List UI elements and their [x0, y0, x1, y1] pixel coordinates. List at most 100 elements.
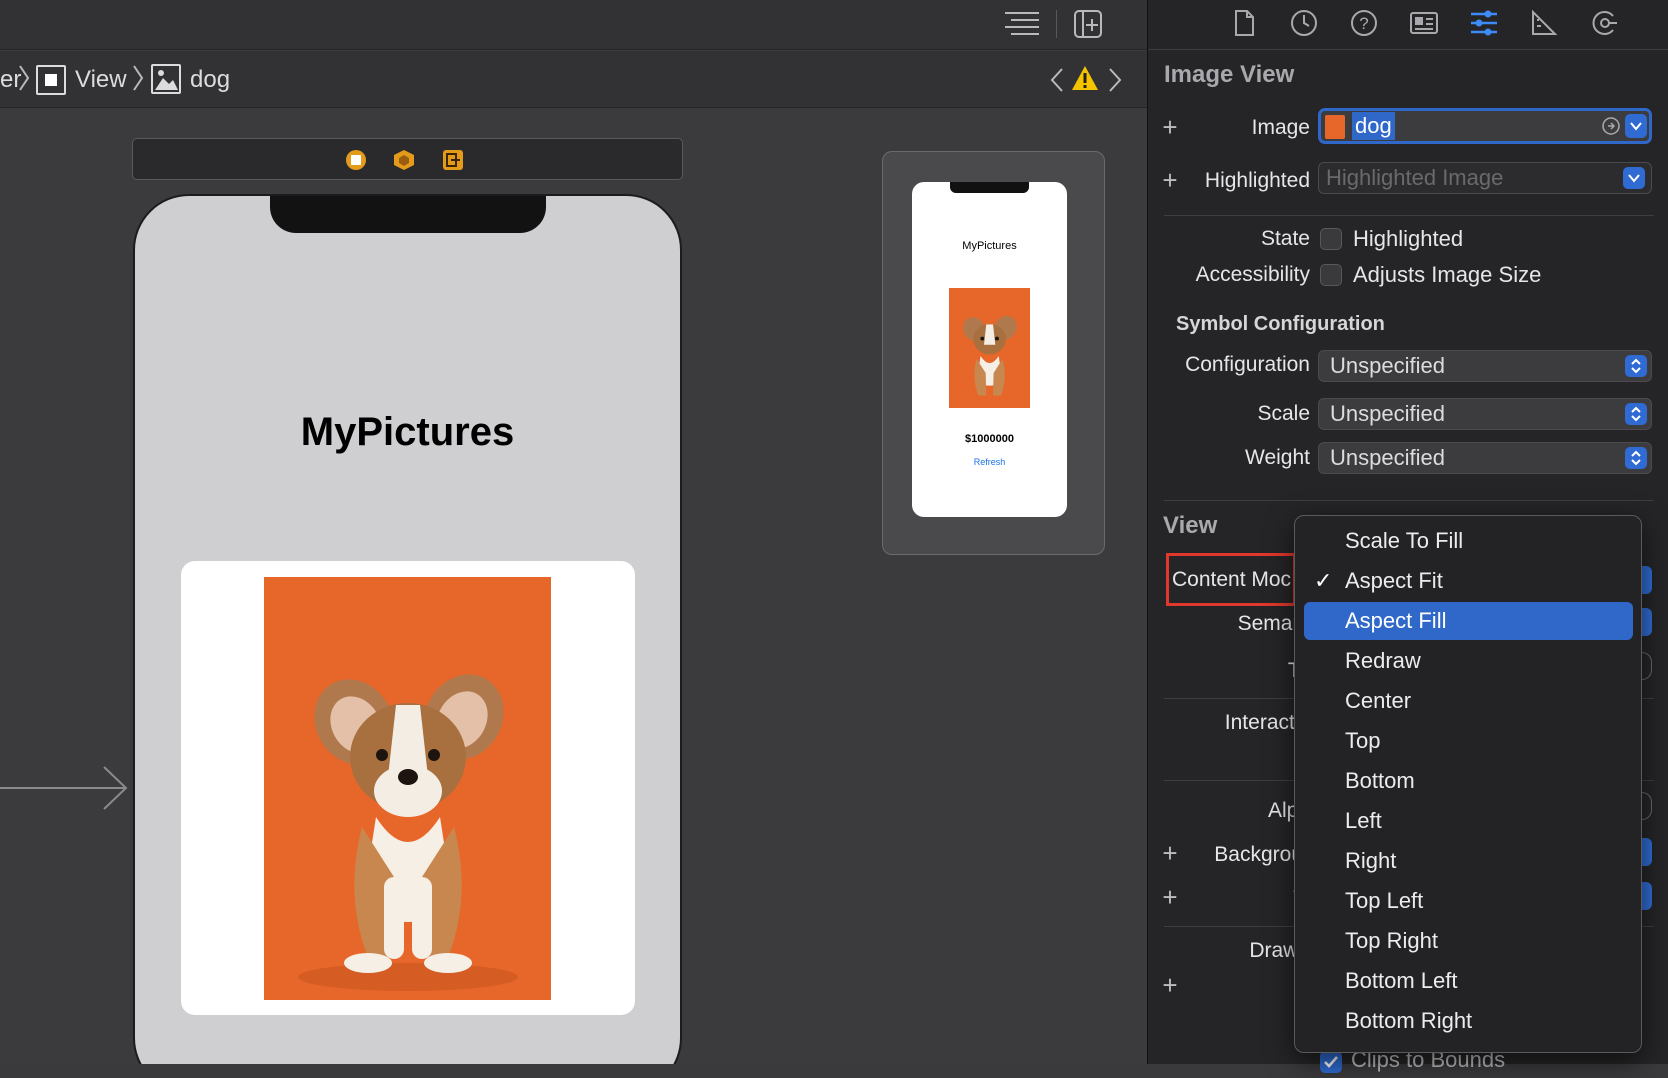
symbol-configuration-title: Symbol Configuration	[1176, 313, 1385, 335]
menu-item-bottom-left[interactable]: Bottom Left	[1304, 962, 1633, 1000]
entry-point-arrow[interactable]	[0, 765, 132, 811]
menu-item-left[interactable]: Left	[1304, 802, 1633, 840]
highlighted-image-field[interactable]: Highlighted Image	[1318, 162, 1652, 194]
preview-price: $1000000	[965, 433, 1014, 445]
section-divider	[1164, 215, 1654, 216]
menu-item-bottom-right[interactable]: Bottom Right	[1304, 1002, 1633, 1040]
history-inspector-icon[interactable]	[1289, 8, 1319, 38]
scale-label: Scale	[1257, 402, 1310, 425]
size-inspector-icon[interactable]	[1529, 8, 1559, 38]
image-view-icon	[151, 64, 181, 94]
jump-bar: er View dog	[0, 51, 1147, 108]
content-mode-menu[interactable]: Scale To Fill ✓ Aspect Fit Aspect Fill Re…	[1294, 515, 1642, 1053]
first-responder-icon[interactable]	[393, 149, 415, 171]
up-down-icon	[1625, 447, 1647, 469]
preview-device[interactable]: MyPictures $1000000 Refresh	[882, 151, 1105, 555]
app-title-label[interactable]: MyPictures	[135, 410, 680, 455]
view-section-title: View	[1163, 512, 1218, 539]
add-variation-highlighted-icon[interactable]: +	[1160, 167, 1180, 193]
attributes-inspector-icon[interactable]	[1469, 8, 1499, 38]
scale-select[interactable]: Unspecified	[1318, 398, 1652, 430]
configuration-label: Configuration	[1185, 353, 1310, 376]
phone-notch	[270, 196, 546, 233]
weight-select[interactable]: Unspecified	[1318, 442, 1652, 474]
toolbar-divider	[1148, 49, 1668, 50]
menu-item-top[interactable]: Top	[1304, 722, 1633, 760]
menu-item-center[interactable]: Center	[1304, 682, 1633, 720]
image-view-section-title: Image View	[1164, 61, 1295, 88]
connections-inspector-icon[interactable]	[1589, 8, 1619, 38]
warning-icon[interactable]	[1071, 65, 1099, 91]
scale-value: Unspecified	[1330, 401, 1445, 426]
highlighted-checkbox[interactable]	[1320, 228, 1342, 250]
add-variation-drawing-icon[interactable]: +	[1160, 972, 1180, 998]
add-variation-tint-icon[interactable]: +	[1160, 884, 1180, 910]
tag-label: Ta	[1178, 659, 1310, 683]
exit-icon[interactable]	[442, 149, 464, 171]
svg-text:?: ?	[1359, 14, 1368, 33]
menu-item-top-left[interactable]: Top Left	[1304, 882, 1633, 920]
tint-label: Ti	[1178, 887, 1310, 911]
preview-dog-image	[949, 288, 1030, 408]
menu-item-bottom[interactable]: Bottom	[1304, 762, 1633, 800]
highlighted-image-placeholder: Highlighted Image	[1326, 165, 1504, 190]
toolbar-divider	[1056, 10, 1057, 38]
up-down-icon	[1625, 403, 1647, 425]
image-combo-field[interactable]: dog	[1318, 108, 1652, 144]
quick-help-icon[interactable]: ?	[1349, 8, 1379, 38]
file-inspector-icon[interactable]	[1229, 8, 1259, 38]
preview-title: MyPictures	[962, 240, 1017, 252]
breadcrumb-view[interactable]: View	[75, 65, 127, 95]
section-divider	[1164, 500, 1654, 501]
chevron-down-icon[interactable]	[1623, 167, 1645, 189]
configuration-value: Unspecified	[1330, 353, 1445, 378]
up-down-icon	[1625, 355, 1647, 377]
background-label: Backgrour	[1214, 843, 1310, 866]
dog-thumbnail	[1325, 115, 1345, 139]
view-controller-icon[interactable]	[345, 149, 367, 171]
scene-dock	[132, 138, 683, 180]
editor-options-icon[interactable]	[1003, 9, 1041, 39]
clips-to-bounds-checkbox[interactable]	[1320, 1051, 1342, 1073]
identity-inspector-icon[interactable]	[1409, 8, 1439, 38]
menu-item-aspect-fit[interactable]: ✓ Aspect Fit	[1304, 562, 1633, 600]
configuration-select[interactable]: Unspecified	[1318, 350, 1652, 382]
dog-image[interactable]	[264, 577, 551, 1000]
weight-value: Unspecified	[1330, 445, 1445, 470]
chevron-down-icon[interactable]	[1625, 114, 1647, 138]
state-label: State	[1260, 227, 1310, 250]
interaction-label: Interactic	[1224, 711, 1310, 734]
menu-item-right[interactable]: Right	[1304, 842, 1633, 880]
adjusts-image-size-checkbox[interactable]	[1320, 264, 1342, 286]
go-arrow-icon[interactable]	[1601, 116, 1621, 136]
breadcrumb-dog[interactable]: dog	[190, 65, 230, 95]
preview-notch	[950, 182, 1029, 193]
image-value[interactable]: dog	[1352, 112, 1395, 140]
add-editor-icon[interactable]	[1073, 9, 1103, 39]
semantic-label: Semant	[1237, 612, 1310, 635]
chevron-right-icon	[131, 63, 145, 93]
adjusts-image-size-label: Adjusts Image Size	[1353, 262, 1542, 287]
alpha-label: Alph	[1267, 799, 1310, 822]
chevron-right-icon[interactable]	[1107, 67, 1123, 93]
add-variation-image-icon[interactable]: +	[1160, 114, 1180, 140]
drawing-label: Drawir	[1249, 939, 1310, 962]
menu-item-scale-to-fill[interactable]: Scale To Fill	[1304, 522, 1633, 560]
menu-item-top-right[interactable]: Top Right	[1304, 922, 1633, 960]
accessibility-label: Accessibility	[1195, 263, 1310, 286]
preview-refresh-button: Refresh	[973, 457, 1006, 467]
highlighted-checkbox-label: Highlighted	[1353, 226, 1464, 251]
preview-screen: MyPictures $1000000 Refresh	[912, 182, 1067, 517]
weight-label: Weight	[1245, 446, 1310, 469]
highlighted-label: Highlighted	[1204, 169, 1310, 192]
menu-item-redraw[interactable]: Redraw	[1304, 642, 1633, 680]
image-container[interactable]	[181, 561, 635, 1015]
iphone-canvas: MyPictures	[133, 194, 682, 1064]
chevron-left-icon[interactable]	[1049, 67, 1065, 93]
checkmark-icon: ✓	[1314, 568, 1333, 593]
editor-top-bar	[0, 0, 1147, 50]
menu-item-aspect-fill[interactable]: Aspect Fill	[1304, 602, 1633, 640]
add-variation-background-icon[interactable]: +	[1160, 840, 1180, 866]
chevron-right-icon	[17, 63, 31, 93]
image-label: Image	[1251, 116, 1310, 139]
